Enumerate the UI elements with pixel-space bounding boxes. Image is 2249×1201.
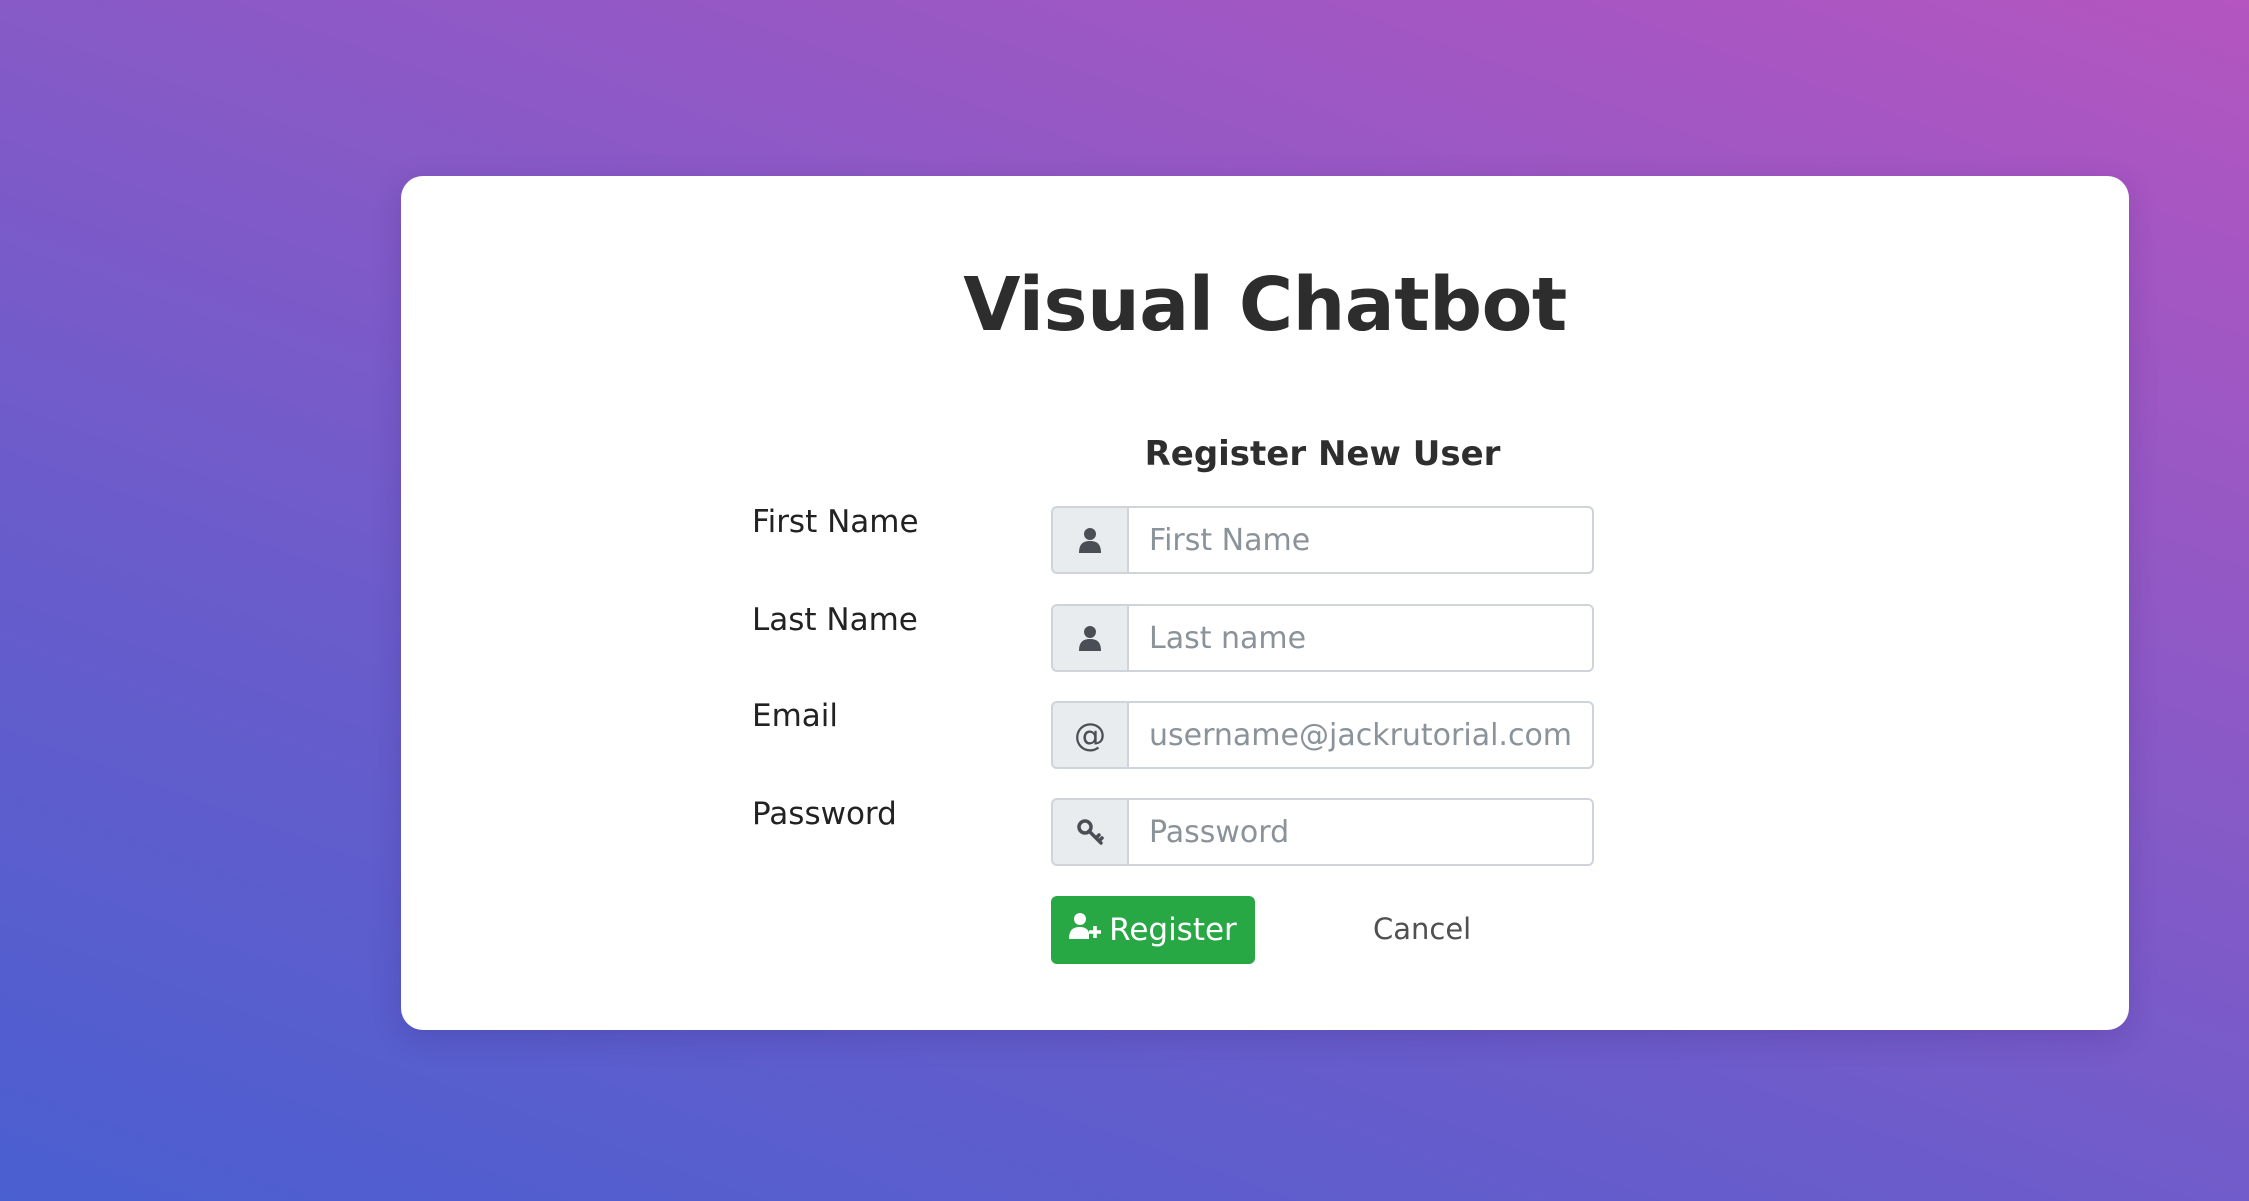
form-heading: Register New User — [1144, 434, 1501, 474]
last-name-group — [1051, 604, 1594, 672]
email-label: Email — [752, 698, 839, 734]
last-name-label: Last Name — [752, 602, 918, 638]
email-group: @ — [1051, 701, 1594, 769]
at-sign-icon: @ — [1051, 701, 1127, 769]
password-group — [1051, 798, 1594, 866]
email-input[interactable] — [1127, 701, 1594, 769]
last-name-input[interactable] — [1127, 604, 1594, 672]
register-button[interactable]: Register — [1051, 896, 1255, 964]
register-card: Visual Chatbot Register New User First N… — [401, 176, 2129, 1030]
user-icon — [1051, 506, 1127, 574]
first-name-group — [1051, 506, 1594, 574]
user-icon — [1051, 604, 1127, 672]
register-label: Register — [1109, 912, 1237, 948]
password-input[interactable] — [1127, 798, 1594, 866]
cancel-link[interactable]: Cancel — [1373, 912, 1471, 946]
page-title: Visual Chatbot — [963, 262, 1567, 348]
first-name-label: First Name — [752, 504, 919, 540]
key-icon — [1051, 798, 1127, 866]
password-label: Password — [752, 796, 897, 832]
first-name-input[interactable] — [1127, 506, 1594, 574]
user-plus-icon — [1069, 912, 1102, 948]
